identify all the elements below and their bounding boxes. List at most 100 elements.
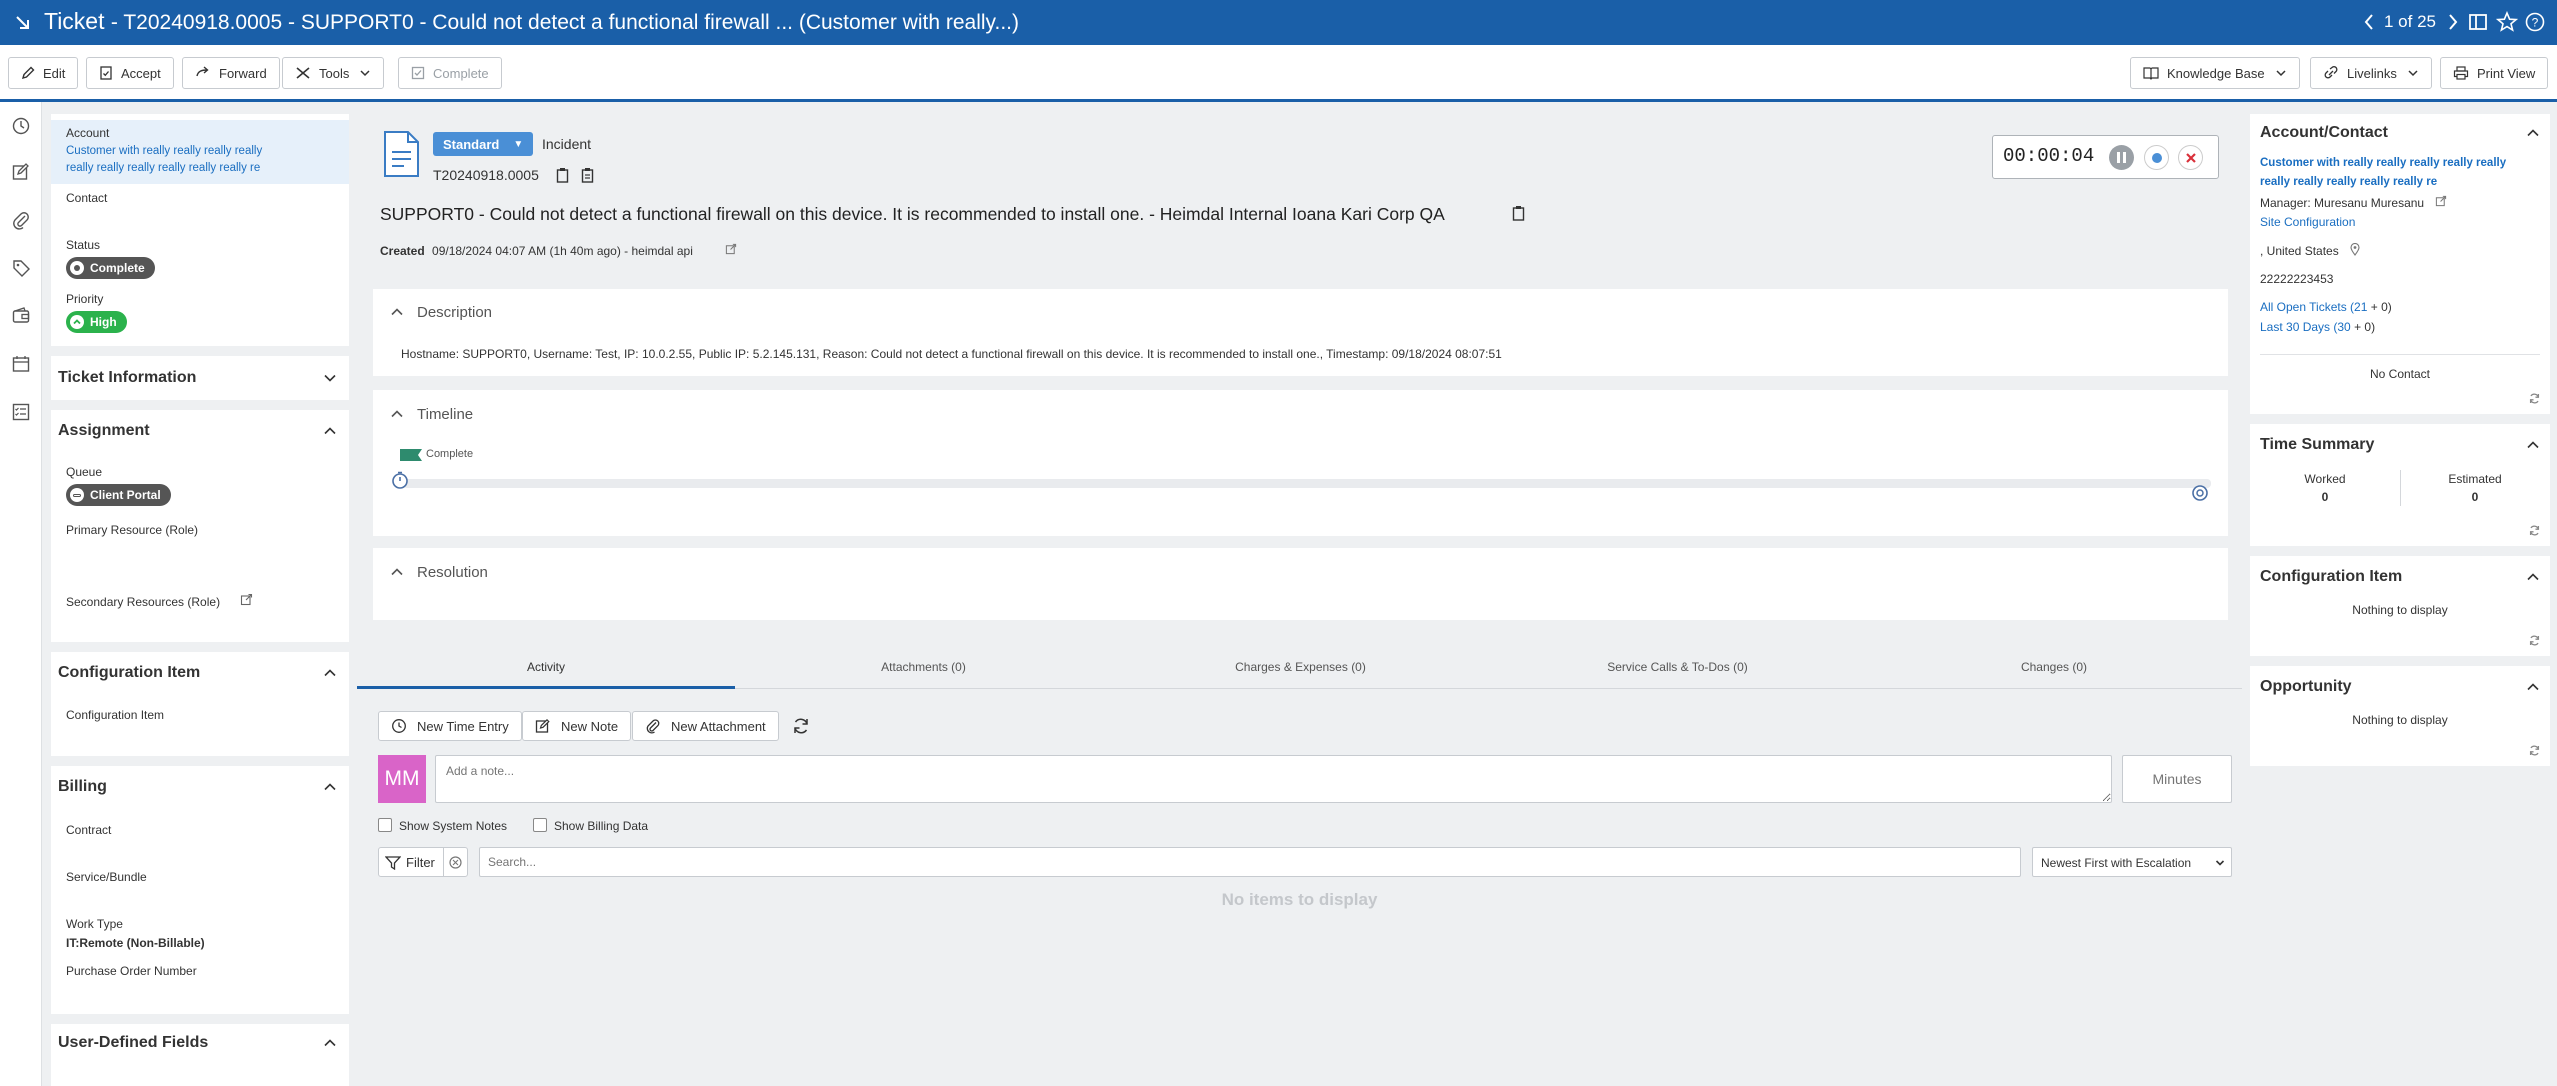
ticket-title: SUPPORT0 - Could not detect a functional… — [380, 204, 1445, 224]
previous-ticket-icon[interactable] — [2362, 11, 2376, 33]
status-dot-icon — [70, 261, 84, 275]
edit-external-icon[interactable] — [2435, 195, 2447, 207]
ticket-number: T20240918.0005 — [433, 167, 539, 183]
paperclip-icon[interactable] — [11, 210, 31, 230]
complete-label: Complete — [433, 65, 489, 81]
last-30-days-link[interactable]: Last 30 Days — [2260, 320, 2330, 334]
configuration-item-section: Configuration Item Configuration Item — [51, 652, 349, 756]
chevron-down-icon — [360, 70, 370, 77]
chevron-up-icon[interactable] — [323, 1036, 337, 1050]
history-clock-icon[interactable] — [11, 116, 31, 136]
opportunity-nothing-text: Nothing to display — [2352, 713, 2448, 727]
refresh-icon[interactable] — [2528, 392, 2541, 405]
open-tickets-link[interactable]: All Open Tickets — [2260, 300, 2347, 314]
next-ticket-icon[interactable] — [2446, 11, 2460, 33]
chevron-up-icon[interactable] — [2526, 570, 2540, 584]
chevron-up-icon[interactable] — [390, 407, 404, 421]
chevron-up-icon[interactable] — [2526, 438, 2540, 452]
manager-text: Manager: Muresanu Muresanu — [2260, 196, 2425, 210]
filter-funnel-icon[interactable] — [385, 856, 401, 870]
account-name-line-2[interactable]: really really really really really re — [2260, 176, 2437, 188]
knowledge-base-dropdown[interactable]: Knowledge Base — [2130, 57, 2300, 89]
paperclip-icon — [646, 719, 660, 734]
account-link-line-2[interactable]: really really really really really reall… — [66, 162, 260, 174]
calendar-icon[interactable] — [11, 354, 31, 374]
show-system-notes-checkbox[interactable] — [378, 818, 392, 832]
new-attachment-button[interactable]: New Attachment — [632, 711, 779, 741]
refresh-icon[interactable] — [2528, 744, 2541, 757]
minutes-input[interactable] — [2122, 755, 2232, 803]
refresh-icon[interactable] — [2528, 634, 2541, 647]
tools-dropdown-button[interactable]: Tools — [282, 57, 385, 89]
refresh-icon[interactable] — [791, 716, 811, 736]
description-header: Description — [417, 304, 493, 321]
billing-section: Billing Contract Service/Bundle Work Typ… — [51, 766, 349, 1014]
ticket-category-dropdown[interactable]: Standard ▼ — [433, 132, 534, 156]
chevron-down-icon — [2408, 70, 2418, 77]
activity-search-input[interactable] — [479, 847, 2021, 877]
refresh-icon[interactable] — [2528, 524, 2541, 537]
chevron-down-icon — [2215, 860, 2225, 866]
chevron-up-icon[interactable] — [390, 565, 404, 579]
new-note-button[interactable]: New Note — [522, 711, 632, 741]
map-pin-icon[interactable] — [2350, 243, 2360, 256]
account-contact-section: Account/Contact Customer with really rea… — [2250, 114, 2550, 414]
account-name-line-1[interactable]: Customer with really really really reall… — [2260, 157, 2506, 169]
tag-icon[interactable] — [11, 258, 31, 278]
edit-external-icon[interactable] — [725, 243, 737, 255]
livelinks-dropdown[interactable]: Livelinks — [2310, 57, 2432, 89]
accept-button[interactable]: Accept — [86, 57, 174, 89]
copy-list-icon[interactable] — [581, 167, 594, 183]
tab-changes[interactable]: Changes (0) — [1866, 660, 2242, 674]
collapse-arrow-icon[interactable] — [12, 12, 34, 34]
assignment-header: Assignment — [58, 422, 150, 439]
record-icon[interactable] — [2144, 145, 2169, 170]
account-link-line-1[interactable]: Customer with really really really reall… — [66, 145, 262, 157]
config-nothing-text: Nothing to display — [2352, 603, 2448, 617]
side-panel-icon[interactable] — [2468, 11, 2488, 33]
forward-button[interactable]: Forward — [182, 57, 280, 89]
new-time-entry-button[interactable]: New Time Entry — [378, 711, 522, 741]
pause-icon[interactable] — [2109, 145, 2134, 170]
configuration-item-label: Configuration Item — [66, 708, 165, 722]
note-input[interactable] — [435, 755, 2112, 803]
stop-close-icon[interactable] — [2178, 145, 2203, 170]
copy-clipboard-icon[interactable] — [556, 167, 569, 183]
clear-filter-icon[interactable] — [448, 855, 463, 870]
sort-order-select[interactable]: Newest First with Escalation — [2032, 847, 2232, 877]
site-configuration-link[interactable]: Site Configuration — [2260, 215, 2355, 229]
wallet-icon[interactable] — [11, 306, 31, 326]
edit-external-icon[interactable] — [240, 593, 253, 606]
tab-attachments[interactable]: Attachments (0) — [735, 660, 1112, 674]
ticket-information-section[interactable]: Ticket Information — [51, 356, 349, 400]
help-icon[interactable]: ? — [2524, 11, 2546, 33]
tab-service-calls[interactable]: Service Calls & To-Dos (0) — [1489, 660, 1866, 674]
checklist-icon[interactable] — [11, 402, 31, 422]
filter-label[interactable]: Filter — [406, 855, 435, 870]
contact-label: Contact — [66, 191, 108, 205]
chevron-up-icon[interactable] — [323, 424, 337, 438]
contract-label: Contract — [66, 823, 112, 837]
show-billing-data-checkbox[interactable] — [533, 818, 547, 832]
chevron-up-icon[interactable] — [323, 780, 337, 794]
timer-value: 00:00:04 — [2003, 145, 2095, 167]
edit-button[interactable]: Edit — [8, 57, 79, 89]
chevron-down-icon[interactable] — [323, 371, 337, 385]
country-text: , United States — [2260, 244, 2339, 258]
chevron-up-icon[interactable] — [2526, 126, 2540, 140]
chevron-up-icon[interactable] — [2526, 680, 2540, 694]
favorite-star-icon[interactable] — [2496, 11, 2518, 33]
chevron-up-icon[interactable] — [390, 305, 404, 319]
chevron-up-icon[interactable] — [323, 666, 337, 680]
description-section: Description Hostname: SUPPORT0, Username… — [373, 289, 2228, 376]
tab-activity[interactable]: Activity — [357, 660, 735, 674]
show-billing-data-label: Show Billing Data — [554, 819, 649, 833]
edit-note-icon[interactable] — [11, 162, 31, 182]
last-30-days-count[interactable]: (30 — [2333, 320, 2350, 334]
complete-button[interactable]: Complete — [398, 57, 502, 89]
print-view-button[interactable]: Print View — [2440, 57, 2549, 89]
user-defined-fields-section[interactable]: User-Defined Fields — [51, 1024, 349, 1086]
tab-charges-expenses[interactable]: Charges & Expenses (0) — [1112, 660, 1489, 674]
copy-title-icon[interactable] — [1512, 205, 1525, 221]
open-tickets-count[interactable]: (21 — [2350, 300, 2367, 314]
